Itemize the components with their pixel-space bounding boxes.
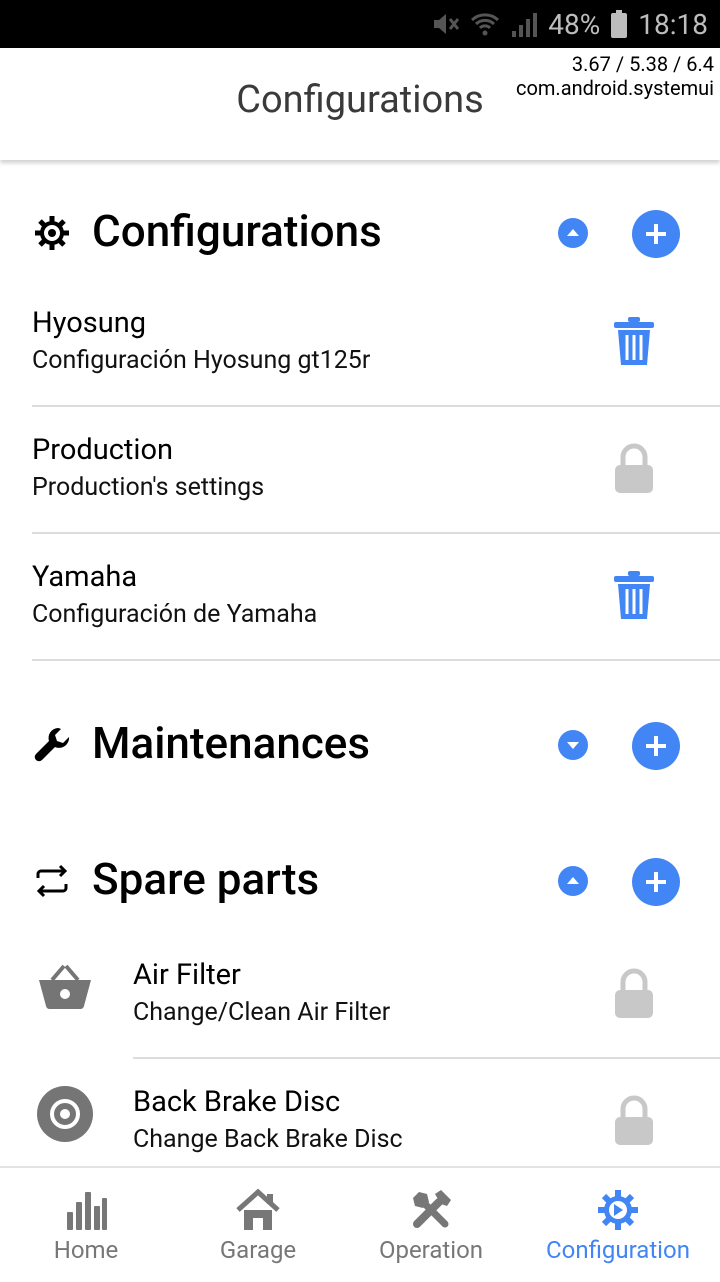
nav-item-configuration[interactable]: Configuration: [532, 1168, 704, 1282]
plus-icon: [646, 872, 666, 892]
list-item[interactable]: Air Filter Change/Clean Air Filter: [0, 932, 720, 1059]
nav-item-operation[interactable]: Operation: [345, 1168, 517, 1282]
item-subtitle: Change/Clean Air Filter: [133, 998, 391, 1027]
nav-label-configuration: Configuration: [546, 1236, 690, 1264]
lock-icon: [615, 1095, 653, 1145]
item-title: Air Filter: [133, 958, 241, 992]
expand-maintenances-button[interactable]: [558, 730, 588, 760]
plus-icon: [646, 736, 666, 756]
item-title: Hyosung: [32, 306, 146, 340]
debug-overlay-line1: 3.67 / 5.38 / 6.4: [571, 52, 714, 76]
nav-label-garage: Garage: [219, 1236, 297, 1264]
status-bar: 48% 18:18: [0, 0, 720, 48]
section-title-configurations: Configurations: [92, 205, 382, 257]
list-item[interactable]: Production Production's settings: [0, 407, 720, 534]
clock: 18:18: [638, 7, 708, 41]
item-subtitle: Configuración de Yamaha: [32, 600, 318, 629]
chevron-up-icon: [567, 229, 579, 236]
item-title: Back Brake Disc: [133, 1085, 341, 1119]
lock-icon: [615, 968, 653, 1018]
item-title: Production: [32, 433, 173, 467]
collapse-configurations-button[interactable]: [558, 218, 588, 248]
nav-label-operation: Operation: [378, 1236, 484, 1264]
item-subtitle: Production's settings: [32, 473, 265, 502]
debug-overlay-line2: com.android.systemui: [516, 76, 714, 100]
add-configuration-button[interactable]: [632, 210, 680, 258]
status-icons: 48% 18:18: [430, 6, 708, 42]
item-subtitle: Change Back Brake Disc: [133, 1125, 403, 1154]
mute-icon: [434, 14, 460, 34]
nav-item-home[interactable]: Home: [0, 1168, 172, 1282]
collapse-spare-parts-button[interactable]: [558, 866, 588, 896]
lock-icon: [615, 443, 653, 493]
tools-icon: [413, 1190, 451, 1228]
debug-overlay: 3.67 / 5.38 / 6.4 com.android.systemui: [516, 52, 714, 100]
bar-chart-icon: [67, 1192, 107, 1230]
item-subtitle: Configuración Hyosung gt125r: [32, 346, 371, 375]
wifi-icon: [471, 13, 500, 36]
main-content[interactable]: Configurations Hyosung Configuración Hyo…: [0, 160, 720, 1166]
add-spare-part-button[interactable]: [632, 858, 680, 906]
trash-icon[interactable]: [610, 315, 658, 367]
chevron-up-icon: [567, 877, 579, 884]
bottom-navigation: Home Garage Operation Configuration: [0, 1166, 720, 1282]
add-maintenance-button[interactable]: [632, 722, 680, 770]
section-header-configurations: Configurations: [0, 193, 720, 273]
nav-item-garage[interactable]: Garage: [172, 1168, 344, 1282]
item-title: Yamaha: [32, 560, 138, 594]
list-item[interactable]: Yamaha Configuración de Yamaha: [0, 534, 720, 661]
basket-icon: [39, 964, 91, 1010]
disc-icon: [37, 1086, 93, 1142]
divider: [32, 659, 720, 661]
signal-icon: [512, 13, 538, 37]
section-title-spare-parts: Spare parts: [92, 853, 320, 905]
section-header-spare-parts: Spare parts: [0, 841, 720, 921]
battery-icon: [611, 10, 628, 38]
trash-icon[interactable]: [610, 569, 658, 621]
section-header-maintenances: Maintenances: [0, 705, 720, 785]
list-item[interactable]: Hyosung Configuración Hyosung gt125r: [0, 280, 720, 407]
gear-icon: [598, 1190, 638, 1230]
list-item[interactable]: Back Brake Disc Change Back Brake Disc: [0, 1059, 720, 1166]
house-icon: [236, 1188, 280, 1230]
battery-percent: 48%: [548, 7, 601, 41]
chevron-down-icon: [567, 742, 579, 749]
nav-label-home: Home: [53, 1236, 119, 1264]
section-title-maintenances: Maintenances: [92, 717, 371, 769]
swap-icon: [36, 864, 68, 898]
gear-icon: [35, 216, 69, 250]
plus-icon: [646, 224, 666, 244]
wrench-icon: [34, 728, 70, 762]
